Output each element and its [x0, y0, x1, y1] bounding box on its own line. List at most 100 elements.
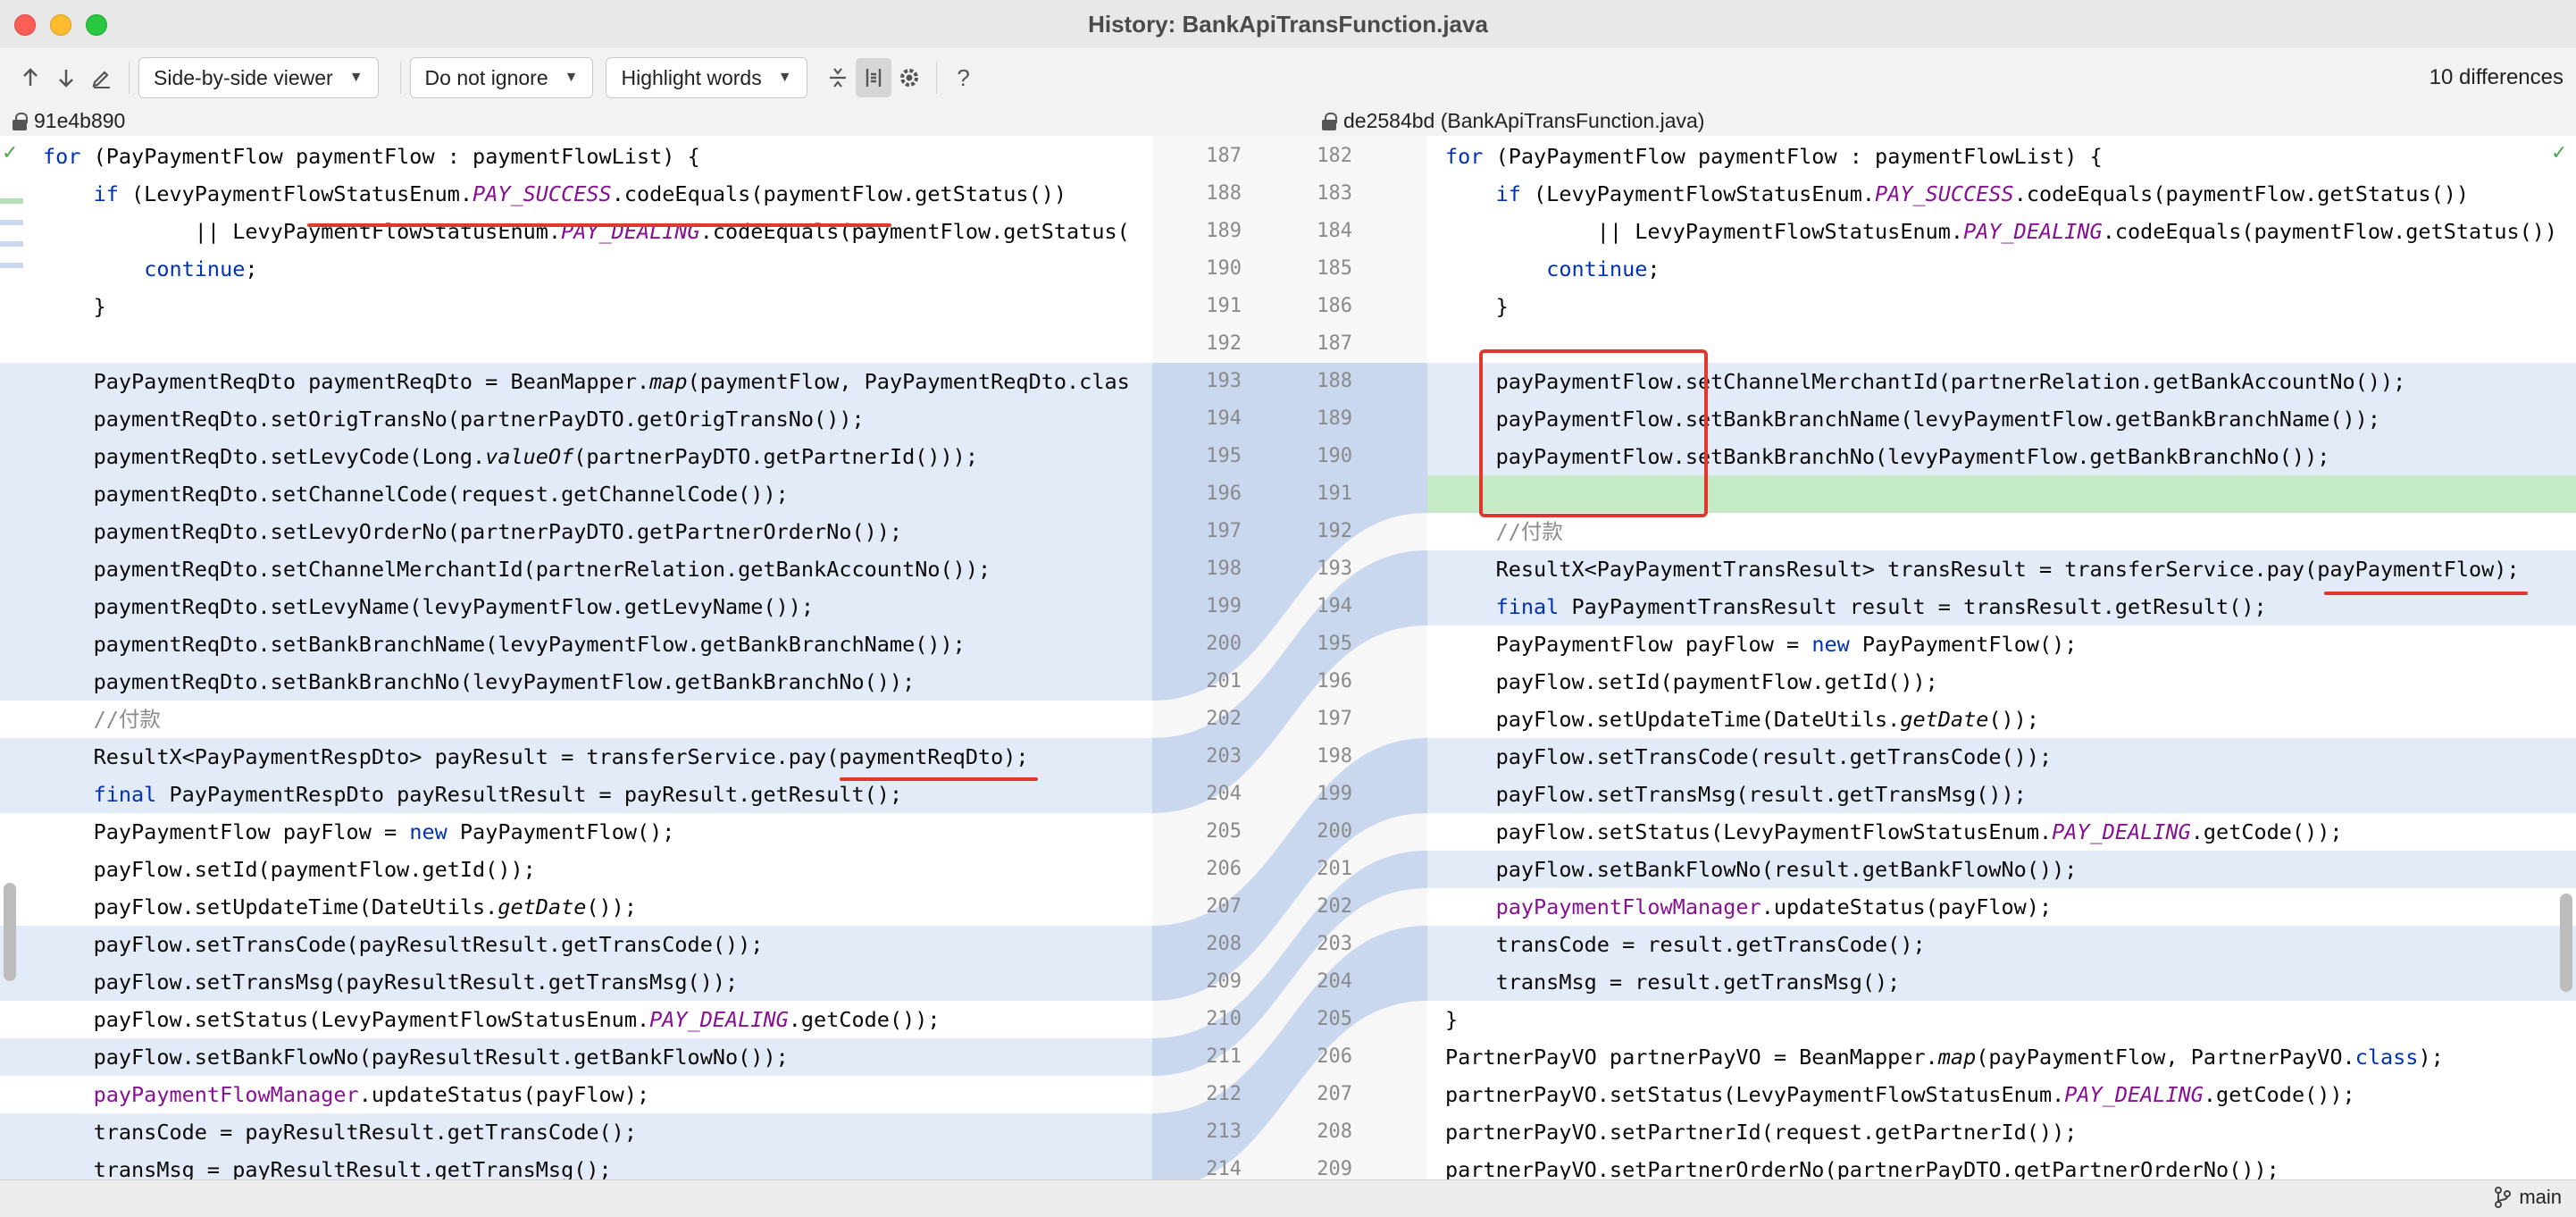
right-line-number: 186: [1317, 295, 1352, 317]
left-editor-pane[interactable]: for (PayPaymentFlow paymentFlow : paymen…: [0, 136, 1152, 1179]
right-line-number: 195: [1317, 633, 1352, 655]
left-code-line[interactable]: ResultX<PayPaymentRespDto> payResult = t…: [0, 738, 1152, 776]
left-code-line[interactable]: transCode = payResultResult.getTransCode…: [0, 1113, 1152, 1151]
help-button[interactable]: ?: [946, 58, 982, 97]
right-code-line[interactable]: payFlow.setTransMsg(result.getTransMsg()…: [1427, 776, 2576, 813]
previous-difference-button[interactable]: [13, 58, 48, 97]
right-line-number: 193: [1317, 558, 1352, 580]
left-code-line[interactable]: paymentReqDto.setLevyCode(Long.valueOf(p…: [0, 438, 1152, 475]
left-code-text: payPaymentFlowManager.updateStatus(payFl…: [93, 1082, 650, 1107]
right-line-number: 184: [1317, 220, 1352, 242]
next-difference-button[interactable]: [48, 58, 84, 97]
arrow-up-icon: [23, 68, 38, 86]
synchronize-scrolling-toggle[interactable]: [855, 58, 891, 97]
viewer-mode-dropdown[interactable]: Side-by-side viewer ▼: [138, 57, 379, 98]
left-code-line[interactable]: payFlow.setBankFlowNo(payResultResult.ge…: [0, 1038, 1152, 1076]
left-code-line[interactable]: paymentReqDto.setLevyOrderNo(partnerPayD…: [0, 513, 1152, 550]
left-scrollbar-thumb[interactable]: [4, 883, 16, 981]
right-checkmark-icon: ✓: [2551, 141, 2568, 164]
left-code-line[interactable]: paymentReqDto.setLevyName(levyPaymentFlo…: [0, 588, 1152, 625]
diff-editor: for (PayPaymentFlow paymentFlow : paymen…: [0, 136, 2576, 1179]
left-code-text: continue;: [144, 256, 258, 281]
edit-source-button[interactable]: [84, 58, 120, 97]
left-code-line[interactable]: transMsg = payResultResult.getTransMsg()…: [0, 1151, 1152, 1179]
right-code-line[interactable]: transCode = result.getTransCode();: [1427, 926, 2576, 963]
left-code-line[interactable]: payFlow.setUpdateTime(DateUtils.getDate(…: [0, 888, 1152, 926]
right-scrollbar-thumb[interactable]: [2560, 894, 2572, 992]
right-revision-label: de2584bd (BankApiTransFunction.java): [1343, 109, 1705, 132]
right-code-line[interactable]: payFlow.setBankFlowNo(result.getBankFlow…: [1427, 851, 2576, 888]
revision-header: 91e4b890 de2584bd (BankApiTransFunction.…: [0, 107, 2576, 136]
left-code-line[interactable]: final PayPaymentRespDto payResultResult …: [0, 776, 1152, 813]
annotation-underline: [307, 223, 891, 227]
close-window-button[interactable]: [14, 14, 36, 36]
right-code-line[interactable]: || LevyPaymentFlowStatusEnum.PAY_DEALING…: [1427, 213, 2576, 250]
left-code-line[interactable]: continue;: [0, 250, 1152, 288]
right-code-line[interactable]: PartnerPayVO partnerPayVO = BeanMapper.m…: [1427, 1038, 2576, 1076]
left-code-line[interactable]: if (LevyPaymentFlowStatusEnum.PAY_SUCCES…: [0, 175, 1152, 213]
right-code-line[interactable]: }: [1427, 1001, 2576, 1038]
left-code-line[interactable]: for (PayPaymentFlow paymentFlow : paymen…: [0, 138, 1152, 175]
pencil-icon: [92, 71, 110, 88]
left-code-line[interactable]: paymentReqDto.setBankBranchName(levyPaym…: [0, 625, 1152, 663]
left-code-line[interactable]: payFlow.setId(paymentFlow.getId());: [0, 851, 1152, 888]
right-code-line[interactable]: if (LevyPaymentFlowStatusEnum.PAY_SUCCES…: [1427, 175, 2576, 213]
collapse-unchanged-button[interactable]: [820, 58, 856, 97]
change-marker: [0, 263, 23, 268]
right-code-line[interactable]: ResultX<PayPaymentTransResult> transResu…: [1427, 550, 2576, 588]
right-code-text: payFlow.setTransMsg(result.getTransMsg()…: [1445, 782, 2027, 807]
right-code-line[interactable]: partnerPayVO.setStatus(LevyPaymentFlowSt…: [1427, 1076, 2576, 1113]
left-code-line[interactable]: paymentReqDto.setOrigTransNo(partnerPayD…: [0, 400, 1152, 438]
right-code-line[interactable]: PayPaymentFlow payFlow = new PayPaymentF…: [1427, 625, 2576, 663]
settings-button[interactable]: [891, 58, 927, 97]
left-line-number: 206: [1206, 858, 1242, 880]
right-line-number: 197: [1317, 708, 1352, 730]
left-line-number: 190: [1206, 257, 1242, 280]
zoom-window-button[interactable]: [86, 14, 107, 36]
left-code-line[interactable]: paymentReqDto.setBankBranchNo(levyPaymen…: [0, 663, 1152, 701]
left-code-line[interactable]: || LevyPaymentFlowStatusEnum.PAY_DEALING…: [0, 213, 1152, 250]
left-code-line[interactable]: paymentReqDto.setChannelCode(request.get…: [0, 475, 1152, 513]
branch-widget[interactable]: main: [2494, 1186, 2562, 1209]
left-code-text: paymentReqDto.setChannelCode(request.get…: [43, 482, 789, 507]
right-code-line[interactable]: //付款: [1427, 513, 2576, 550]
right-editor-pane[interactable]: for (PayPaymentFlow paymentFlow : paymen…: [1427, 136, 2576, 1179]
right-code-line[interactable]: payPaymentFlowManager.updateStatus(payFl…: [1427, 888, 2576, 926]
right-code-text: payFlow.setStatus(LevyPaymentFlowStatusE…: [1445, 819, 2343, 844]
highlight-mode-dropdown[interactable]: Highlight words ▼: [606, 57, 807, 98]
left-code-line[interactable]: paymentReqDto.setChannelMerchantId(partn…: [0, 550, 1152, 588]
left-code-line[interactable]: [0, 325, 1152, 363]
left-code-line[interactable]: PayPaymentReqDto paymentReqDto = BeanMap…: [0, 363, 1152, 400]
left-code-line[interactable]: //付款: [0, 701, 1152, 738]
right-code-line[interactable]: payFlow.setTransCode(result.getTransCode…: [1427, 738, 2576, 776]
left-code-line[interactable]: payFlow.setTransMsg(payResultResult.getT…: [0, 963, 1152, 1001]
right-code-line[interactable]: partnerPayVO.setPartnerOrderNo(partnerPa…: [1427, 1151, 2576, 1179]
left-code-text: PayPaymentReqDto paymentReqDto = BeanMap…: [43, 369, 1130, 394]
left-code-text: payFlow.setBankFlowNo(payResultResult.ge…: [43, 1045, 789, 1070]
arrow-down-icon: [59, 70, 73, 88]
right-code-line[interactable]: for (PayPaymentFlow paymentFlow : paymen…: [1427, 138, 2576, 175]
left-code-line[interactable]: payPaymentFlowManager.updateStatus(payFl…: [0, 1076, 1152, 1113]
right-code-text: payFlow.setUpdateTime(DateUtils.getDate(…: [1445, 707, 2039, 732]
left-code-line[interactable]: payFlow.setStatus(LevyPaymentFlowStatusE…: [0, 1001, 1152, 1038]
whitespace-mode-dropdown[interactable]: Do not ignore ▼: [409, 57, 594, 98]
right-code-line[interactable]: payFlow.setUpdateTime(DateUtils.getDate(…: [1427, 701, 2576, 738]
gear-icon: [899, 69, 918, 87]
left-code-line[interactable]: PayPaymentFlow payFlow = new PayPaymentF…: [0, 813, 1152, 851]
right-code-line[interactable]: continue;: [1427, 250, 2576, 288]
right-code-line[interactable]: transMsg = result.getTransMsg();: [1427, 963, 2576, 1001]
right-code-line[interactable]: payFlow.setStatus(LevyPaymentFlowStatusE…: [1427, 813, 2576, 851]
right-code-line[interactable]: payFlow.setId(paymentFlow.getId());: [1427, 663, 2576, 701]
minimize-window-button[interactable]: [50, 14, 71, 36]
sync-scroll-icon: [866, 69, 881, 87]
left-code-line[interactable]: payFlow.setTransCode(payResultResult.get…: [0, 926, 1152, 963]
left-code-text: transCode = payResultResult.getTransCode…: [43, 1120, 637, 1145]
right-code-line[interactable]: partnerPayVO.setPartnerId(request.getPar…: [1427, 1113, 2576, 1151]
right-code-text: || LevyPaymentFlowStatusEnum.PAY_DEALING…: [1445, 219, 2558, 244]
annotation-underline: [2324, 592, 2528, 595]
left-line-number: 214: [1206, 1158, 1242, 1179]
branch-name: main: [2519, 1186, 2562, 1208]
change-marker: [0, 220, 23, 225]
right-code-line[interactable]: }: [1427, 288, 2576, 325]
left-code-line[interactable]: }: [0, 288, 1152, 325]
